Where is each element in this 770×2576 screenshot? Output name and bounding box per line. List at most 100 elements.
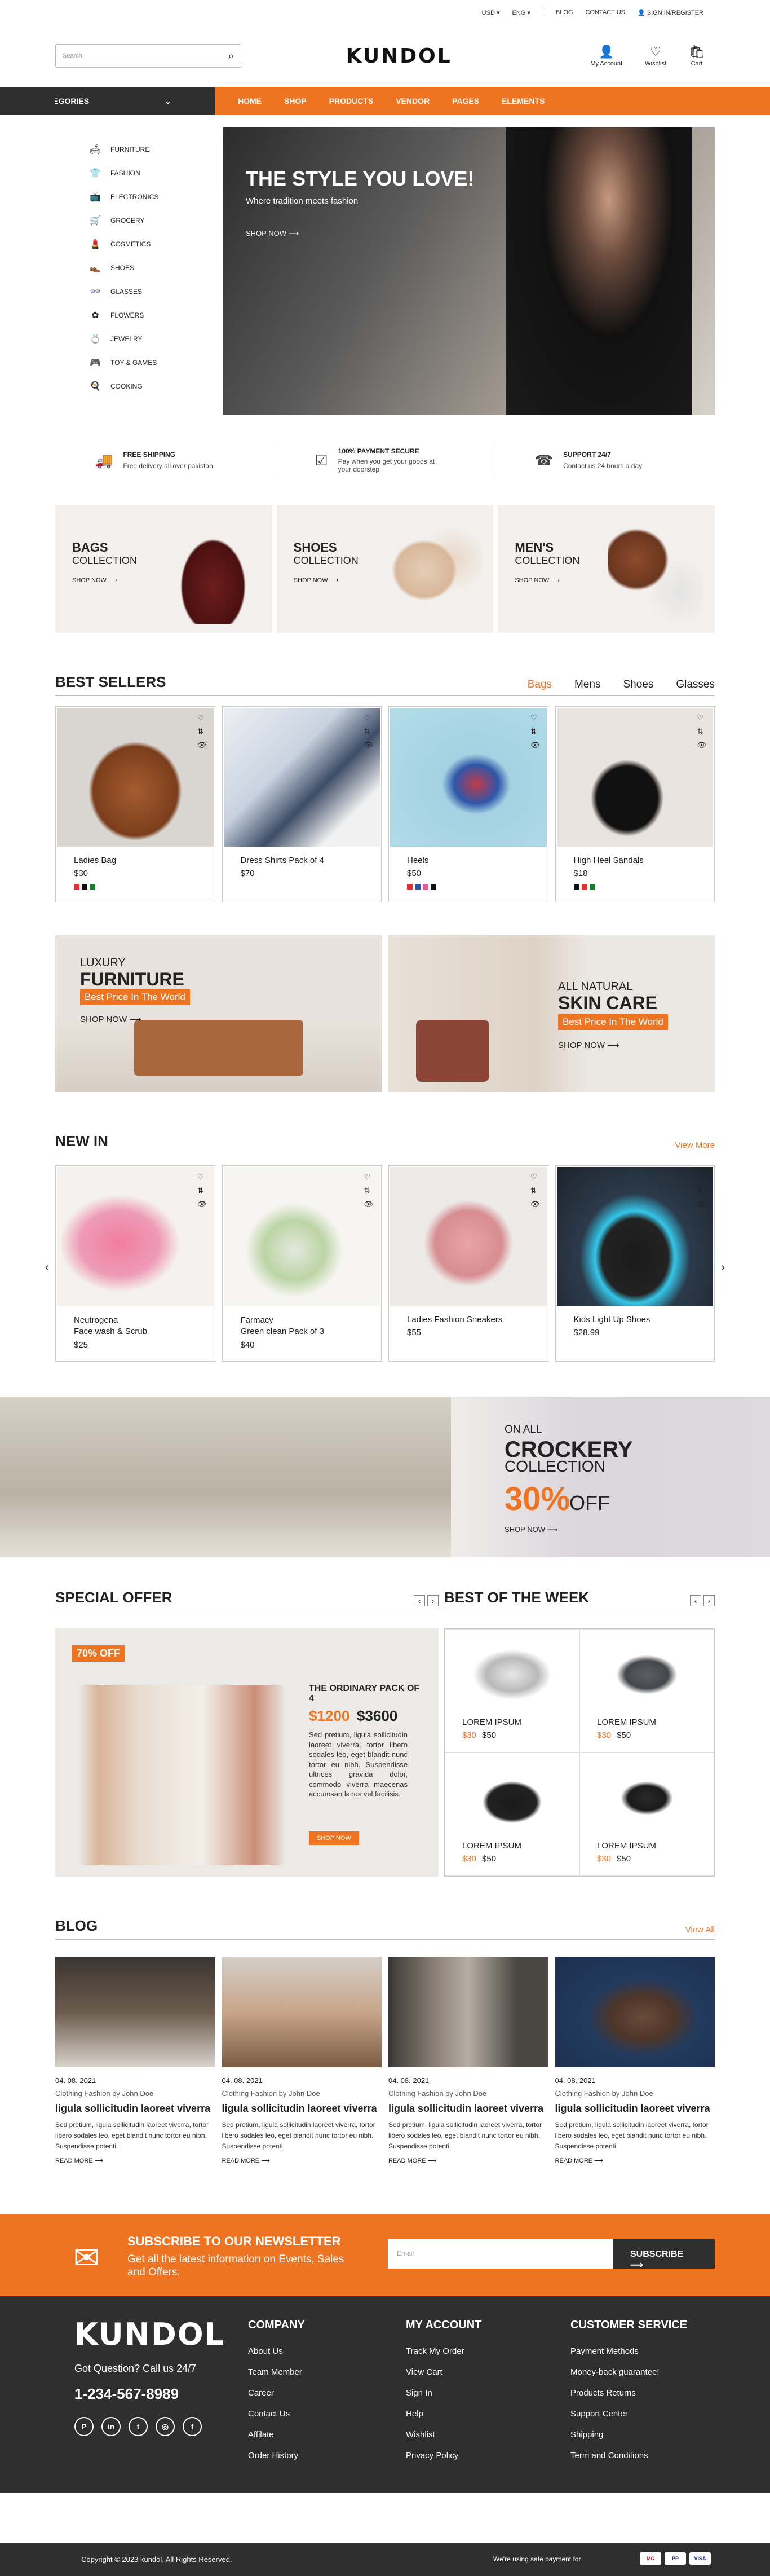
nav-elements[interactable]: ELEMENTS	[502, 96, 545, 105]
blog-card[interactable]: 04. 08. 2021 Clothing Fashion by John Doe…	[388, 1957, 548, 2164]
chevron-left-icon[interactable]: ‹	[45, 1261, 49, 1274]
blog-link[interactable]: BLOG	[556, 9, 573, 16]
heart-icon[interactable]: ♡	[364, 1173, 373, 1182]
compare-icon[interactable]: ⇅	[197, 727, 207, 736]
compare-icon[interactable]: ⇅	[364, 1186, 373, 1195]
view-more-link[interactable]: View More	[675, 1141, 715, 1150]
product-card[interactable]: LOREM IPSUM $30 $50	[445, 1752, 579, 1876]
product-card[interactable]: ♡ ⇅ 👁 Ladies Bag $30	[55, 706, 215, 902]
promo-skincare[interactable]: ALL NATURAL SKIN CARE Best Price In The …	[388, 935, 715, 1092]
phone-number[interactable]: 1-234-567-8989	[74, 2385, 179, 2403]
email-field[interactable]: Email	[388, 2239, 613, 2269]
product-card[interactable]: LOREM IPSUM $30 $50	[579, 1629, 714, 1752]
facebook-icon[interactable]: f	[183, 2417, 202, 2437]
crockery-shop-now[interactable]: SHOP NOW ⟶	[505, 1525, 557, 1534]
nav-home[interactable]: HOME	[238, 96, 262, 105]
currency-select[interactable]: USD ▾	[482, 9, 500, 16]
blog-card[interactable]: 04. 08. 2021 Clothing Fashion by John Doe…	[55, 1957, 215, 2164]
eye-icon[interactable]: 👁	[197, 1200, 207, 1209]
footer-link[interactable]: Sign In	[406, 2383, 481, 2403]
footer-link[interactable]: Affilate	[248, 2424, 305, 2445]
sidebar-item-cooking[interactable]: 🍳 COOKING	[55, 375, 223, 398]
nav-products[interactable]: PRODUCTS	[329, 96, 374, 105]
footer-link[interactable]: Support Center	[570, 2403, 687, 2424]
footer-link[interactable]: Track My Order	[406, 2341, 481, 2362]
product-card[interactable]: ♡ ⇅ 👁 Ladies Fashion Sneakers $55	[388, 1165, 548, 1362]
compare-icon[interactable]: ⇅	[697, 727, 706, 736]
pinterest-icon[interactable]: P	[74, 2417, 94, 2437]
sidebar-item-fashion[interactable]: 👕 FASHION	[55, 161, 223, 185]
eye-icon[interactable]: 👁	[530, 741, 540, 750]
footer-link[interactable]: Privacy Policy	[406, 2445, 481, 2466]
hero-shop-now[interactable]: SHOP NOW ⟶	[246, 229, 299, 238]
footer-link[interactable]: Order History	[248, 2445, 305, 2466]
sidebar-item-shoes[interactable]: 👞 SHOES	[55, 256, 223, 280]
collection-mens[interactable]: MEN'S COLLECTION SHOP NOW ⟶	[498, 505, 715, 633]
nav-pages[interactable]: PAGES	[452, 96, 479, 105]
compare-icon[interactable]: ⇅	[530, 1186, 540, 1195]
eye-icon[interactable]: 👁	[697, 741, 706, 750]
blog-card[interactable]: 04. 08. 2021 Clothing Fashion by John Doe…	[222, 1957, 382, 2164]
compare-icon[interactable]: ⇅	[697, 1186, 706, 1195]
twitter-icon[interactable]: t	[129, 2417, 148, 2437]
collection-shoes[interactable]: SHOES COLLECTION SHOP NOW ⟶	[276, 505, 494, 633]
eye-icon[interactable]: 👁	[530, 1200, 540, 1209]
crockery-banner[interactable]: ON ALL CROCKERY COLLECTION 30% OFF SHOP …	[0, 1397, 770, 1557]
sidebar-item-electronics[interactable]: 📺 ELECTRONICS	[55, 185, 223, 209]
sidebar-item-furniture[interactable]: 🛋 FURNITURE	[55, 138, 223, 161]
sidebar-item-grocery[interactable]: 🛒 GROCERY	[55, 209, 223, 232]
signin-link[interactable]: 👤 SIGN IN/REGISTER	[638, 9, 703, 16]
search-input[interactable]: Search ⌕	[55, 44, 241, 68]
footer-link[interactable]: Money-back guarantee!	[570, 2362, 687, 2383]
instagram-icon[interactable]: ◎	[156, 2417, 175, 2437]
eye-icon[interactable]: 👁	[364, 1200, 373, 1209]
footer-logo[interactable]: KUNDOL	[74, 2317, 225, 2352]
product-card[interactable]: LOREM IPSUM $30 $50	[445, 1629, 579, 1752]
nav-vendor[interactable]: VENDOR	[396, 96, 430, 105]
chevron-right-icon[interactable]: ›	[703, 1595, 715, 1606]
eye-icon[interactable]: 👁	[197, 741, 207, 750]
hero-banner[interactable]: THE STYLE YOU LOVE! Where tradition meet…	[223, 127, 715, 415]
view-all-link[interactable]: View All	[685, 1925, 715, 1935]
heart-icon[interactable]: ♡	[697, 714, 706, 723]
nav-shop[interactable]: SHOP	[284, 96, 307, 105]
product-card[interactable]: ♡ ⇅ 👁 Dress Shirts Pack of 4 $70	[222, 706, 382, 902]
heart-icon[interactable]: ♡	[197, 714, 207, 723]
chevron-right-icon[interactable]: ›	[427, 1595, 439, 1606]
search-icon[interactable]: ⌕	[228, 50, 234, 62]
compare-icon[interactable]: ⇅	[364, 727, 373, 736]
language-select[interactable]: ENG ▾	[512, 9, 530, 16]
sidebar-item-cosmetics[interactable]: 💄 COSMETICS	[55, 232, 223, 256]
product-card[interactable]: ♡ ⇅ 👁 Kids Light Up Shoes $28.99	[555, 1165, 715, 1362]
heart-icon[interactable]: ♡	[364, 714, 373, 723]
contact-link[interactable]: CONTACT US	[585, 9, 625, 16]
product-card[interactable]: ♡ ⇅ 👁 Heels $50	[388, 706, 548, 902]
sidebar-item-glasses[interactable]: 👓 GLASSES	[55, 280, 223, 303]
footer-link[interactable]: Contact Us	[248, 2403, 305, 2424]
logo[interactable]: KUNDOL	[346, 45, 452, 68]
tab-shoes[interactable]: Shoes	[623, 679, 653, 691]
product-card[interactable]: LOREM IPSUM $30 $50	[579, 1752, 714, 1876]
special-offer-card[interactable]: 70% OFF THE ORDINARY PACK OF 4 $1200 $36…	[55, 1628, 439, 1877]
heart-icon[interactable]: ♡	[530, 1173, 540, 1182]
shop-now-button[interactable]: SHOP NOW	[309, 1831, 359, 1845]
chevron-left-icon[interactable]: ‹	[414, 1595, 425, 1606]
footer-link[interactable]: Team Member	[248, 2362, 305, 2383]
eye-icon[interactable]: 👁	[364, 741, 373, 750]
sidebar-item-toys[interactable]: 🎮 TOY & GAMES	[55, 351, 223, 375]
wishlist-button[interactable]: ♡ Wishlist	[645, 45, 666, 67]
footer-link[interactable]: Wishlist	[406, 2424, 481, 2445]
chevron-left-icon[interactable]: ‹	[690, 1595, 701, 1606]
footer-link[interactable]: Products Returns	[570, 2383, 687, 2403]
footer-link[interactable]: View Cart	[406, 2362, 481, 2383]
promo-furniture[interactable]: LUXURY FURNITURE Best Price In The World…	[55, 935, 382, 1092]
account-button[interactable]: 👤 My Account	[590, 45, 622, 67]
tab-mens[interactable]: Mens	[574, 679, 600, 691]
footer-link[interactable]: Shipping	[570, 2424, 687, 2445]
heart-icon[interactable]: ♡	[197, 1173, 207, 1182]
heart-icon[interactable]: ♡	[697, 1173, 706, 1182]
product-card[interactable]: ♡ ⇅ 👁 Neutrogena Face wash & Scrub $25	[55, 1165, 215, 1362]
compare-icon[interactable]: ⇅	[530, 727, 540, 736]
subscribe-button[interactable]: SUBSCRIBE ⟶	[613, 2239, 715, 2270]
product-card[interactable]: ♡ ⇅ 👁 Farmacy Green clean Pack of 3 $40	[222, 1165, 382, 1362]
